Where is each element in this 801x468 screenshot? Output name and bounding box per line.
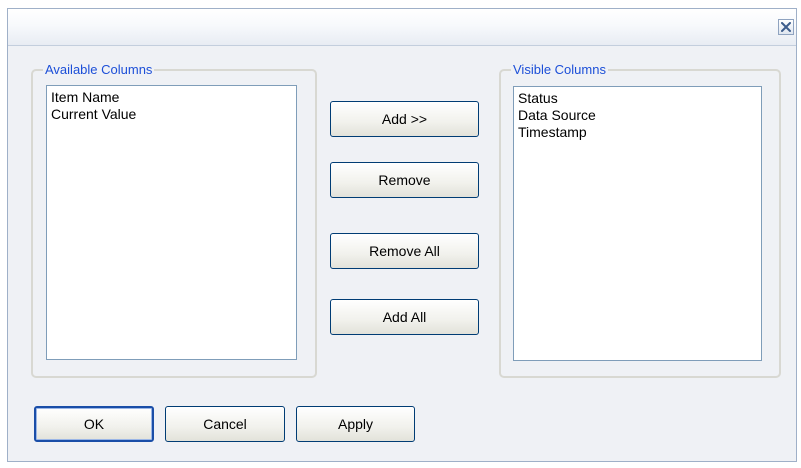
available-columns-legend: Available Columns — [45, 62, 153, 77]
list-item[interactable]: Data Source — [518, 107, 757, 124]
list-item[interactable]: Timestamp — [518, 124, 757, 141]
close-icon — [781, 22, 791, 32]
cancel-button[interactable]: Cancel — [165, 406, 285, 442]
add-button[interactable]: Add >> — [330, 101, 479, 137]
apply-button[interactable]: Apply — [296, 406, 415, 442]
visible-columns-list[interactable]: Status Data Source Timestamp — [513, 86, 762, 361]
visible-columns-legend: Visible Columns — [513, 62, 606, 77]
ok-button[interactable]: OK — [34, 406, 154, 442]
add-all-button[interactable]: Add All — [330, 299, 479, 335]
title-bar — [8, 9, 796, 46]
list-item[interactable]: Current Value — [51, 106, 292, 123]
remove-button[interactable]: Remove — [330, 162, 479, 198]
close-button[interactable] — [778, 19, 794, 35]
available-columns-list[interactable]: Item Name Current Value — [46, 85, 297, 360]
list-item[interactable]: Item Name — [51, 89, 292, 106]
list-item[interactable]: Status — [518, 90, 757, 107]
remove-all-button[interactable]: Remove All — [330, 233, 479, 269]
